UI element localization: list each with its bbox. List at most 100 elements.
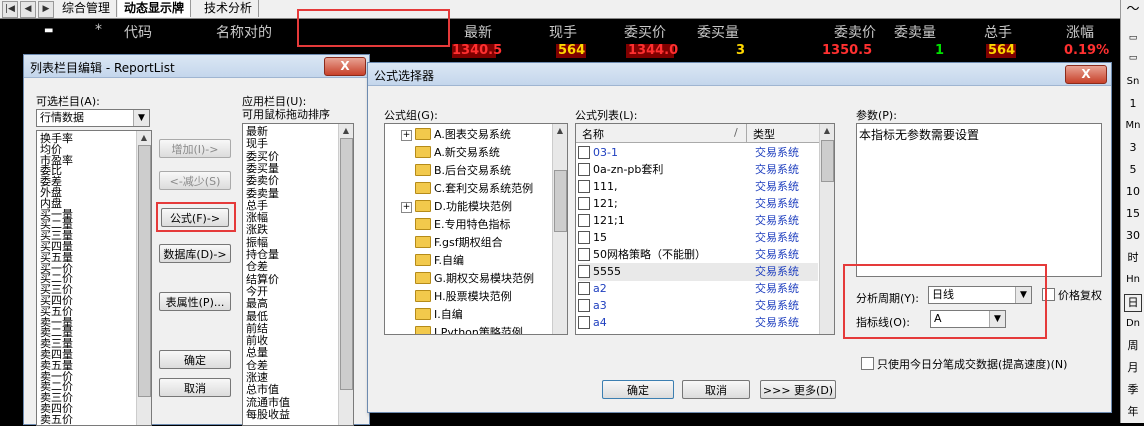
scroll-up-icon[interactable]: ▲ xyxy=(553,124,567,138)
report-ok-button[interactable]: 确定 xyxy=(159,350,231,369)
formula-list[interactable]: 名称 / 类型 03-1 交易系统 0a-zn-pb套利 交易系统 111, 交易系统 12… xyxy=(575,123,835,335)
tick-icon[interactable]: Sn xyxy=(1121,74,1144,90)
list-item[interactable]: 前结 xyxy=(246,323,268,334)
scroll-up-icon[interactable]: ▲ xyxy=(339,124,353,138)
formula-scrollbar[interactable]: ▲ xyxy=(819,124,834,334)
only-today-checkbox[interactable] xyxy=(861,357,874,370)
header-star[interactable]: * xyxy=(95,22,102,38)
list-item[interactable]: 仓差 xyxy=(246,360,268,371)
table-row[interactable]: 0a-zn-pb套利 交易系统 xyxy=(578,161,818,179)
table-row[interactable]: 111, 交易系统 xyxy=(578,178,818,196)
sort-down-icon[interactable]: ▬ xyxy=(44,25,53,36)
report-list-close-button[interactable]: X xyxy=(324,57,366,76)
list-item[interactable]: 涨跌 xyxy=(246,224,268,235)
tree-item[interactable]: F.gsf期权组合 xyxy=(415,234,503,252)
formula-button[interactable]: 公式(F)-> xyxy=(161,208,229,227)
list-item[interactable]: 委买量 xyxy=(246,163,279,174)
period-year[interactable]: 年 xyxy=(1121,404,1144,420)
table-row[interactable]: 121;1 交易系统 xyxy=(578,212,818,230)
period-hn[interactable]: Hn xyxy=(1121,272,1144,288)
chart2-icon[interactable]: ▭ xyxy=(1121,50,1144,66)
period-10[interactable]: 10 xyxy=(1121,184,1144,200)
tree-item[interactable]: H.股票模块范例 xyxy=(415,288,512,306)
period-5[interactable]: 5 xyxy=(1121,162,1144,178)
remove-button[interactable]: <-减少(S) xyxy=(159,171,231,190)
list-item[interactable]: 仓差 xyxy=(246,261,268,272)
formula-selector-close-button[interactable]: X xyxy=(1065,65,1107,84)
chevron-down-icon[interactable]: ▼ xyxy=(133,110,149,126)
more-button[interactable]: >>> 更多(D) xyxy=(760,380,836,399)
header-total[interactable]: 总手 xyxy=(984,22,1012,42)
chart-icon[interactable]: ▭ xyxy=(1121,30,1144,46)
table-row[interactable]: 15 交易系统 xyxy=(578,229,818,247)
chevron-down-icon[interactable]: ▼ xyxy=(1015,287,1031,303)
tab-technical[interactable]: 技术分析 xyxy=(198,0,260,17)
scroll-thumb[interactable] xyxy=(554,170,567,232)
tab-dynamic-board[interactable]: 动态显示牌 xyxy=(118,0,192,17)
header-volume-now[interactable]: 现手 xyxy=(549,22,577,42)
tree-item[interactable]: + D.功能模块范例 xyxy=(401,198,512,216)
period-select[interactable]: 日线 ▼ xyxy=(928,286,1032,304)
list-item[interactable]: 总手 xyxy=(246,200,268,211)
list-item[interactable]: 前收 xyxy=(246,335,268,346)
price-restore-checkbox[interactable] xyxy=(1042,288,1055,301)
expand-icon[interactable]: + xyxy=(401,202,412,213)
database-button[interactable]: 数据库(D)-> xyxy=(159,244,231,263)
report-cancel-button[interactable]: 取消 xyxy=(159,378,231,397)
category-select[interactable]: 行情数据 ▼ xyxy=(36,109,150,127)
period-1[interactable]: 1 xyxy=(1121,96,1144,112)
tree-item[interactable]: A.新交易系统 xyxy=(415,144,500,162)
table-row[interactable]: a3 交易系统 xyxy=(578,297,818,315)
header-ask-volume[interactable]: 委卖量 xyxy=(894,22,936,42)
table-row[interactable]: 121; 交易系统 xyxy=(578,195,818,213)
header-bid-price[interactable]: 委买价 xyxy=(624,22,666,42)
tree-item[interactable]: G.期权交易模块范例 xyxy=(415,270,534,288)
period-quarter[interactable]: 季 xyxy=(1121,382,1144,398)
table-row[interactable]: a4 交易系统 xyxy=(578,314,818,332)
table-row[interactable]: 03-1 交易系统 xyxy=(578,144,818,162)
tree-item[interactable]: F.自编 xyxy=(415,252,464,270)
add-button[interactable]: 增加(I)-> xyxy=(159,139,231,158)
period-3[interactable]: 3 xyxy=(1121,140,1144,156)
tab-general[interactable]: 综合管理 xyxy=(56,0,118,17)
scroll-thumb[interactable] xyxy=(138,145,151,397)
period-week[interactable]: 周 xyxy=(1121,338,1144,354)
list-item[interactable]: 振幅 xyxy=(246,237,268,248)
chevron-down-icon[interactable]: ▼ xyxy=(989,311,1005,327)
table-row[interactable]: a2 交易系统 xyxy=(578,280,818,298)
expand-icon[interactable]: + xyxy=(401,130,412,141)
col-type[interactable]: 类型 xyxy=(753,126,775,142)
list-item[interactable]: 委买价 xyxy=(246,151,279,162)
list-item[interactable]: 持仓量 xyxy=(246,249,279,260)
list-item[interactable]: 委卖价 xyxy=(246,175,279,186)
period-dn[interactable]: Dn xyxy=(1121,316,1144,332)
list-item[interactable]: 总市值 xyxy=(246,384,279,395)
scroll-thumb[interactable] xyxy=(340,138,353,390)
list-item[interactable]: 结算价 xyxy=(246,274,279,285)
list-item[interactable]: 最高 xyxy=(246,298,268,309)
period-day[interactable]: 日 xyxy=(1124,294,1142,312)
col-sort[interactable]: / xyxy=(734,126,738,139)
applied-columns-list[interactable]: 最新 现手 委买价 委买量 委卖价 委卖量 总手 涨幅 涨跌 振幅 持仓量 仓差 结算价 今开 最高 最低 前结… xyxy=(242,123,354,426)
header-change[interactable]: 涨幅 xyxy=(1066,22,1094,42)
list-item[interactable]: 现手 xyxy=(246,138,268,149)
tree-item[interactable]: + A.图表交易系统 xyxy=(401,126,511,144)
list-item[interactable]: 卖五价 xyxy=(40,414,73,425)
tree-item[interactable]: I.自编 xyxy=(415,306,463,324)
tab-scroll-left-icon[interactable]: |◀ xyxy=(2,1,18,18)
header-code[interactable]: 代码 xyxy=(124,22,152,42)
list-item[interactable]: 总量 xyxy=(246,347,268,358)
header-ask-price[interactable]: 委卖价 xyxy=(834,22,876,42)
tree-item[interactable]: I.Python策略范例 xyxy=(415,324,523,334)
tab-next-icon[interactable]: ▶ xyxy=(38,1,54,18)
table-attributes-button[interactable]: 表属性(P)... xyxy=(159,292,231,311)
tab-prev-icon[interactable]: ◀ xyxy=(20,1,36,18)
scroll-up-icon[interactable]: ▲ xyxy=(820,124,834,138)
header-last[interactable]: 最新 xyxy=(464,22,492,42)
trend-icon[interactable]: 〜 xyxy=(1121,2,1144,18)
list-item[interactable]: 最新 xyxy=(246,126,268,137)
scroll-up-icon[interactable]: ▲ xyxy=(137,131,151,145)
list-item[interactable]: 涨速 xyxy=(246,372,268,383)
available-columns-list[interactable]: 换手率 均价 市盈率 委比 委差 外盘 内盘 买一量 买二量 买三量 买四量 买五量 买一价 买二价 买三价… xyxy=(36,130,152,426)
table-row[interactable]: 5555 交易系统 xyxy=(578,263,818,281)
